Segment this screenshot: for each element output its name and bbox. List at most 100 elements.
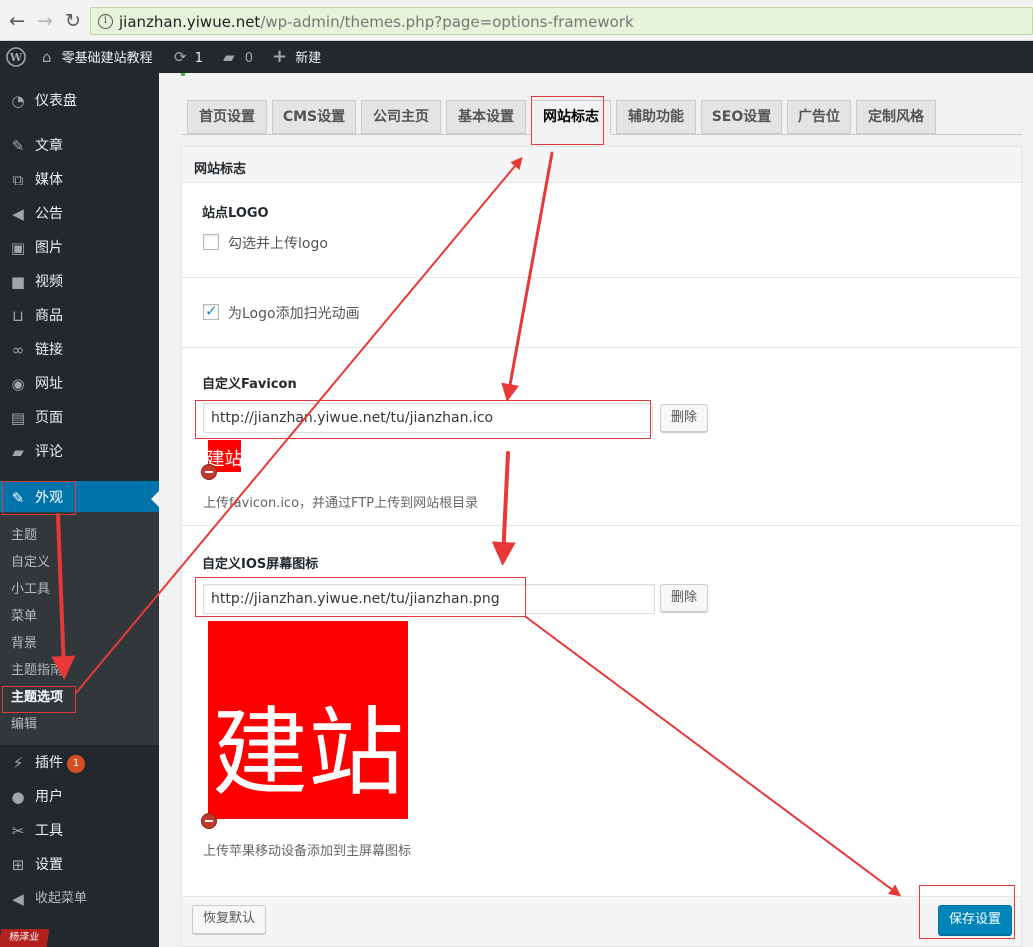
checkmark-icon: ✓ <box>205 302 218 320</box>
menu-settings[interactable]: ⊞ 设置 <box>0 848 159 882</box>
logo-heading: 站点LOGO <box>202 206 269 221</box>
menu-label: 媒体 <box>35 172 63 188</box>
menu-urls[interactable]: ◉ 网址 <box>0 367 159 401</box>
logo-shine-checkbox[interactable]: ✓ <box>203 302 219 320</box>
submenu-editor[interactable]: 编辑 <box>11 714 37 736</box>
menu-links[interactable]: ∞ 链接 <box>0 333 159 367</box>
submenu-menus[interactable]: 菜单 <box>11 606 37 628</box>
logo-shine-label: 为Logo添加扫光动画 <box>228 306 360 322</box>
section-divider <box>182 525 1021 526</box>
menu-notice[interactable]: ◀ 公告 <box>0 197 159 231</box>
page-icon: ▤ <box>10 409 26 427</box>
section-divider <box>182 347 1021 348</box>
tab-custom-style[interactable]: 定制风格 <box>856 100 936 134</box>
ios-icon-preview-text: 建站 <box>212 697 404 809</box>
menu-products[interactable]: ⊔ 商品 <box>0 299 159 333</box>
dashboard-icon: ◔ <box>11 92 25 110</box>
annotation-box-appearance <box>2 481 76 515</box>
menu-plugins[interactable]: ⚡ 插件 1 <box>0 746 159 780</box>
home-icon: ⌂ <box>42 48 52 66</box>
tab-cms-settings[interactable]: CMS设置 <box>272 100 356 134</box>
info-icon[interactable]: i <box>98 14 113 29</box>
ios-icon-remove-icon[interactable] <box>201 813 217 829</box>
menu-media[interactable]: ⧉ 媒体 <box>0 163 159 197</box>
menu-collapse[interactable]: ◀ 收起菜单 <box>0 882 159 916</box>
plus-icon: + <box>272 46 288 67</box>
admin-bar: W ⌂ 零基础建站教程 ⟳ 1 ▰ 0 + 新建 <box>0 41 1033 73</box>
menu-label: 公告 <box>35 206 63 222</box>
menu-label: 页面 <box>35 410 63 426</box>
tab-accessibility[interactable]: 辅助功能 <box>616 100 696 134</box>
submenu-background[interactable]: 背景 <box>11 633 37 655</box>
submenu-theme-guide[interactable]: 主题指南 <box>11 660 63 682</box>
menu-tools[interactable]: ✂ 工具 <box>0 814 159 848</box>
annotation-box-save <box>919 885 1015 939</box>
plugins-label: 插件 <box>35 755 63 771</box>
menu-images[interactable]: ▣ 图片 <box>0 231 159 265</box>
wordpress-logo-icon[interactable]: W <box>6 41 26 73</box>
updates-link[interactable]: ⟳ 1 <box>174 41 203 73</box>
panel-title: 网站标志 <box>194 162 247 177</box>
tab-home-settings[interactable]: 首页设置 <box>187 100 267 134</box>
url-text: jianzhan.yiwue.net/wp-admin/themes.php?p… <box>119 13 634 31</box>
updates-count: 1 <box>194 51 203 66</box>
annotation-box-ios <box>195 577 526 617</box>
annotation-box-favicon <box>195 400 651 439</box>
comments-link[interactable]: ▰ 0 <box>223 41 253 73</box>
submenu-customize[interactable]: 自定义 <box>11 552 50 574</box>
image-icon: ▣ <box>10 239 26 257</box>
logo-checkbox-label: 勾选并上传logo <box>228 236 328 252</box>
megaphone-icon: ◀ <box>12 205 24 223</box>
comment-icon: ▰ <box>223 48 235 66</box>
menu-dashboard[interactable]: ◔ 仪表盘 <box>0 84 159 118</box>
watermark: 杨泽业 <box>0 929 50 947</box>
menu-pages[interactable]: ▤ 页面 <box>0 401 159 435</box>
favicon-remove-icon[interactable] <box>201 464 217 480</box>
menu-comments[interactable]: ▰ 评论 <box>0 435 159 469</box>
options-panel: 网站标志 站点LOGO 勾选并上传logo ✓ 为Logo添加扫光动画 自定义F… <box>181 146 1022 947</box>
reset-defaults-button[interactable]: 恢复默认 <box>192 905 266 934</box>
menu-video[interactable]: ■ 视频 <box>0 265 159 299</box>
section-divider <box>182 277 1021 278</box>
logo-checkbox[interactable] <box>203 234 219 250</box>
back-arrow-icon[interactable]: ← <box>6 10 28 32</box>
address-bar[interactable]: i jianzhan.yiwue.net/wp-admin/themes.php… <box>90 7 1033 35</box>
site-name: 零基础建站教程 <box>61 51 153 66</box>
ios-icon-description: 上传苹果移动设备添加到主屏幕图标 <box>203 844 412 859</box>
reload-icon[interactable]: ↻ <box>62 10 84 32</box>
new-content-link[interactable]: + 新建 <box>272 41 321 73</box>
site-name-link[interactable]: ⌂ 零基础建站教程 <box>42 41 153 73</box>
tab-company-home[interactable]: 公司主页 <box>361 100 441 134</box>
menu-label: 收起菜单 <box>35 891 88 906</box>
tab-ads[interactable]: 广告位 <box>787 100 851 134</box>
submenu-widgets[interactable]: 小工具 <box>11 579 50 601</box>
favicon-remove-button[interactable]: 删除 <box>660 404 708 432</box>
menu-label: 仪表盘 <box>35 93 77 109</box>
menu-label: 商品 <box>35 308 63 324</box>
svg-text:W: W <box>9 51 23 64</box>
menu-posts[interactable]: ✎ 文章 <box>0 129 159 163</box>
ios-icon-remove-button[interactable]: 删除 <box>660 584 708 612</box>
comment-icon: ▰ <box>12 443 24 461</box>
menu-label: 网址 <box>35 376 63 392</box>
settings-icon: ⊞ <box>11 856 25 874</box>
update-badge: 1 <box>67 755 85 773</box>
tab-basic-settings[interactable]: 基本设置 <box>446 100 526 134</box>
forward-arrow-icon[interactable]: → <box>34 10 56 32</box>
submenu-themes[interactable]: 主题 <box>11 525 37 547</box>
menu-label: 视频 <box>35 274 63 290</box>
favicon-heading: 自定义Favicon <box>202 377 297 392</box>
active-indicator <box>151 491 159 507</box>
cart-icon: ⊔ <box>12 307 24 325</box>
tab-seo-settings[interactable]: SEO设置 <box>701 100 782 134</box>
new-label: 新建 <box>295 51 322 66</box>
menu-users[interactable]: ● 用户 <box>0 780 159 814</box>
link-icon: ∞ <box>11 341 25 359</box>
notice-marker <box>181 73 185 76</box>
annotation-box-theme-options <box>2 686 76 713</box>
wrench-icon: ✂ <box>11 822 25 840</box>
comments-count: 0 <box>244 51 253 66</box>
menu-label: 图片 <box>35 240 63 256</box>
menu-label: 评论 <box>35 444 63 460</box>
pin-icon: ✎ <box>11 137 25 155</box>
